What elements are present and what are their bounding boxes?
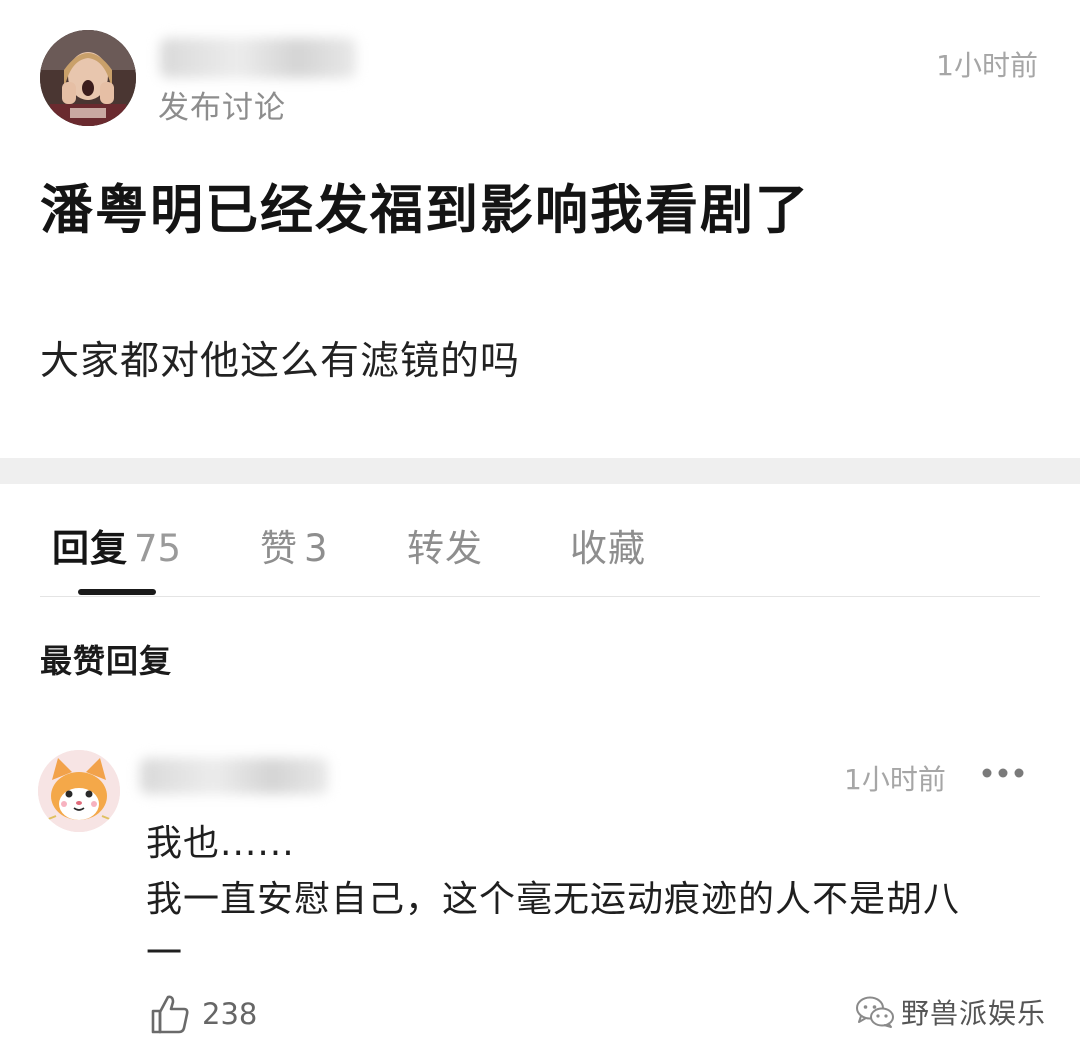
reply-text-line: 我一直安慰自己，这个毫无运动痕迹的人不是胡八	[146, 879, 961, 920]
top-replies-heading: 最赞回复	[40, 642, 173, 680]
tab-repost-label: 转发	[407, 527, 483, 570]
active-tab-indicator	[78, 589, 156, 595]
tab-collect[interactable]: 收藏	[570, 518, 646, 572]
wechat-icon	[855, 996, 894, 1028]
reply-text-line: 一	[146, 933, 184, 974]
source-watermark: 野兽派娱乐	[855, 992, 1046, 1032]
tab-replies[interactable]: 回复 75	[52, 518, 181, 572]
author-avatar[interactable]	[40, 30, 136, 126]
tab-replies-count: 75	[134, 527, 182, 570]
post-type-label: 发布讨论	[158, 90, 286, 126]
more-dots-icon[interactable]	[980, 766, 1026, 780]
post-detail-page: 发布讨论 1小时前 潘粤明已经发福到影响我看剧了 大家都对他这么有滤镜的吗 回复…	[0, 0, 1080, 1059]
reply-timestamp: 1小时前	[844, 763, 946, 796]
like-count: 238	[202, 997, 258, 1031]
tab-likes[interactable]: 赞3	[260, 518, 328, 572]
post-title: 潘粤明已经发福到影响我看剧了	[40, 180, 810, 241]
tab-repost[interactable]: 转发	[407, 518, 483, 572]
tabs-divider	[40, 596, 1040, 597]
watermark-text: 野兽派娱乐	[900, 997, 1046, 1030]
like-button[interactable]: 238	[150, 992, 257, 1036]
reply-author-name-blurred[interactable]	[140, 758, 328, 794]
tab-likes-label: 赞	[260, 527, 298, 570]
section-divider	[0, 458, 1080, 484]
reply-text-line: 我也......	[146, 823, 295, 864]
reply-avatar[interactable]	[38, 750, 120, 832]
tab-replies-label: 回复	[52, 527, 128, 570]
post-body: 大家都对他这么有滤镜的吗	[40, 339, 521, 384]
tab-likes-count: 3	[304, 527, 328, 570]
author-name-blurred[interactable]	[160, 38, 356, 78]
post-timestamp: 1小时前	[936, 49, 1038, 82]
thumbs-up-icon	[151, 995, 189, 1034]
tab-collect-label: 收藏	[570, 527, 646, 570]
